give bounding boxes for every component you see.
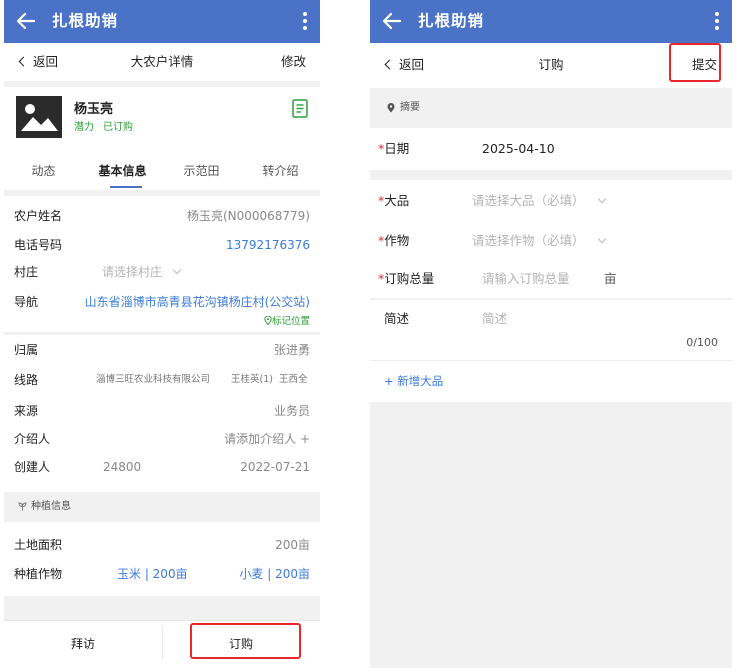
field-source: 来源 业务员	[4, 397, 320, 425]
tag-ordered: 已订购	[103, 122, 133, 133]
field-crop[interactable]: *作物 请选择作物（必填）	[370, 222, 732, 260]
field-crops: 种植作物 玉米 | 200亩 小麦 | 200亩	[4, 560, 320, 588]
crop-wheat-link[interactable]: 小麦 | 200亩	[239, 560, 310, 588]
field-land-area: 土地面积 200亩	[4, 531, 320, 559]
crop-corn-link[interactable]: 玉米 | 200亩	[117, 560, 188, 588]
leaf-icon	[18, 502, 27, 511]
divider	[370, 170, 732, 180]
order-screen: 扎根助销 返回 订购 提交 摘要 *日期 2025-04-10 *大品 请选择大…	[370, 0, 732, 668]
tab-referral[interactable]: 转介绍	[241, 162, 320, 179]
app-bar: 扎根助销	[370, 0, 732, 43]
field-creator: 创建人 24800 2022-07-21	[4, 453, 320, 481]
page-title: 大农户详情	[130, 54, 194, 69]
field-village[interactable]: 村庄 请选择村庄	[4, 258, 320, 286]
tab-activity[interactable]: 动态	[4, 162, 83, 179]
back-arrow-icon[interactable]	[14, 9, 38, 33]
edit-button[interactable]: 修改	[281, 54, 306, 70]
document-icon[interactable]	[292, 99, 308, 118]
app-title: 扎根助销	[418, 12, 485, 30]
product-select[interactable]: 请选择大品（必填）	[472, 180, 606, 222]
active-tab-indicator	[110, 186, 142, 188]
divider	[4, 190, 320, 196]
spacer	[4, 596, 320, 620]
more-menu-icon[interactable]	[714, 11, 720, 31]
unit-label: 亩	[604, 271, 617, 286]
divider	[4, 81, 320, 87]
tab-bar: 动态 基本信息 示范田 转介绍	[4, 157, 320, 189]
field-date[interactable]: *日期 2025-04-10	[370, 128, 732, 170]
chevron-down-icon	[597, 234, 606, 244]
tab-basic-info[interactable]: 基本信息	[83, 162, 162, 179]
location-pin-icon	[264, 315, 272, 326]
char-counter: 0/100	[686, 336, 718, 349]
order-total-input[interactable]: 请输入订购总量	[482, 260, 570, 298]
field-product[interactable]: *大品 请选择大品（必填）	[370, 180, 732, 222]
village-select[interactable]: 请选择村庄	[102, 258, 182, 286]
highlight-box	[669, 43, 721, 82]
location-pin-icon	[387, 103, 395, 113]
tab-demo-field[interactable]: 示范田	[162, 162, 241, 179]
field-order-total[interactable]: *订购总量 请输入订购总量 亩	[370, 260, 732, 298]
field-farmer-name: 农户姓名 杨玉亮(N000068779)	[4, 202, 320, 230]
description-textarea[interactable]: 简述	[482, 300, 507, 338]
field-phone[interactable]: 电话号码 13792176376	[4, 231, 320, 259]
field-route: 线路 淄博三旺农业科技有限公司 王桂英(1) 王西全	[4, 366, 320, 394]
mark-location-row: 标记位置	[4, 312, 320, 332]
add-product-row: + 新增大品	[370, 360, 732, 402]
avatar	[16, 96, 62, 138]
phone-link[interactable]: 13792176376	[226, 231, 310, 259]
chevron-down-icon	[597, 194, 606, 204]
field-belong: 归属 张进勇	[4, 336, 320, 364]
status-tags: 潜力 已订购	[74, 118, 142, 133]
tag-potential: 潜力	[74, 122, 94, 133]
app-title: 扎根助销	[52, 12, 119, 30]
more-menu-icon[interactable]	[302, 11, 308, 31]
field-introducer[interactable]: 介绍人 请添加介绍人 +	[4, 425, 320, 453]
sub-nav-bar: 返回 大农户详情 修改	[4, 43, 320, 81]
farmer-detail-screen: 扎根助销 返回 大农户详情 修改 杨玉亮 潜力 已订购 动态 基本信息 示范田 转…	[4, 0, 320, 664]
divider	[4, 332, 320, 335]
image-placeholder-icon	[21, 104, 58, 131]
add-product-button[interactable]: + 新增大品	[384, 361, 443, 401]
back-arrow-icon[interactable]	[380, 9, 404, 33]
summary-section-header: 摘要	[370, 88, 732, 128]
crop-select[interactable]: 请选择作物（必填）	[472, 222, 606, 260]
mark-location-link[interactable]: 标记位置	[264, 312, 310, 332]
app-bar: 扎根助销	[4, 0, 320, 43]
add-introducer-button[interactable]: 请添加介绍人 +	[224, 425, 310, 453]
field-description[interactable]: 简述 简述 0/100	[370, 300, 732, 360]
visit-button[interactable]: 拜访	[4, 635, 162, 652]
farmer-name: 杨玉亮	[74, 102, 114, 117]
highlight-box	[190, 623, 301, 659]
planting-section-header: 种植信息	[4, 492, 320, 522]
date-input[interactable]: 2025-04-10	[482, 128, 555, 170]
chevron-down-icon	[172, 265, 182, 275]
